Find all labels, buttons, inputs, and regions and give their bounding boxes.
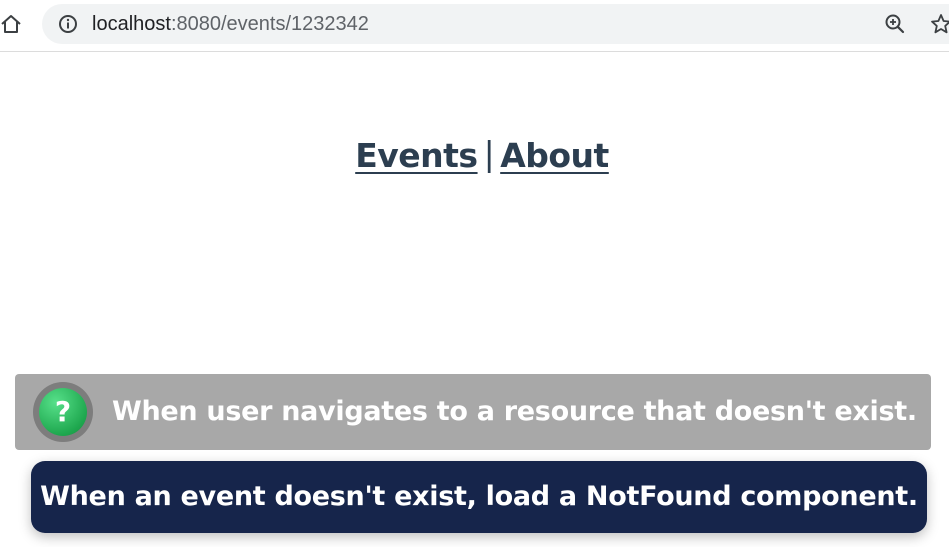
question-text: When user navigates to a resource that d… [112, 396, 917, 427]
question-icon: ? [39, 388, 87, 436]
star-icon[interactable] [930, 13, 949, 35]
url-path: :8080/events/1232342 [170, 13, 369, 35]
zoom-icon[interactable] [884, 13, 906, 35]
main-nav: Events | About [0, 134, 949, 175]
url-text[interactable]: localhost:8080/events/1232342 [92, 4, 369, 44]
caption-banner: When an event doesn't exist, load a NotF… [31, 461, 927, 533]
browser-toolbar: localhost:8080/events/1232342 [0, 0, 949, 52]
nav-link-events[interactable]: Events [355, 136, 478, 175]
question-banner: ? When user navigates to a resource that… [15, 374, 931, 450]
address-bar[interactable]: localhost:8080/events/1232342 [42, 4, 949, 44]
url-host: localhost [92, 13, 171, 35]
question-icon-ring: ? [33, 382, 93, 442]
caption-text: When an event doesn't exist, load a NotF… [40, 481, 918, 512]
home-icon[interactable] [0, 13, 22, 35]
info-icon[interactable] [58, 14, 78, 34]
nav-separator: | [483, 134, 495, 173]
nav-link-about[interactable]: About [500, 136, 609, 175]
